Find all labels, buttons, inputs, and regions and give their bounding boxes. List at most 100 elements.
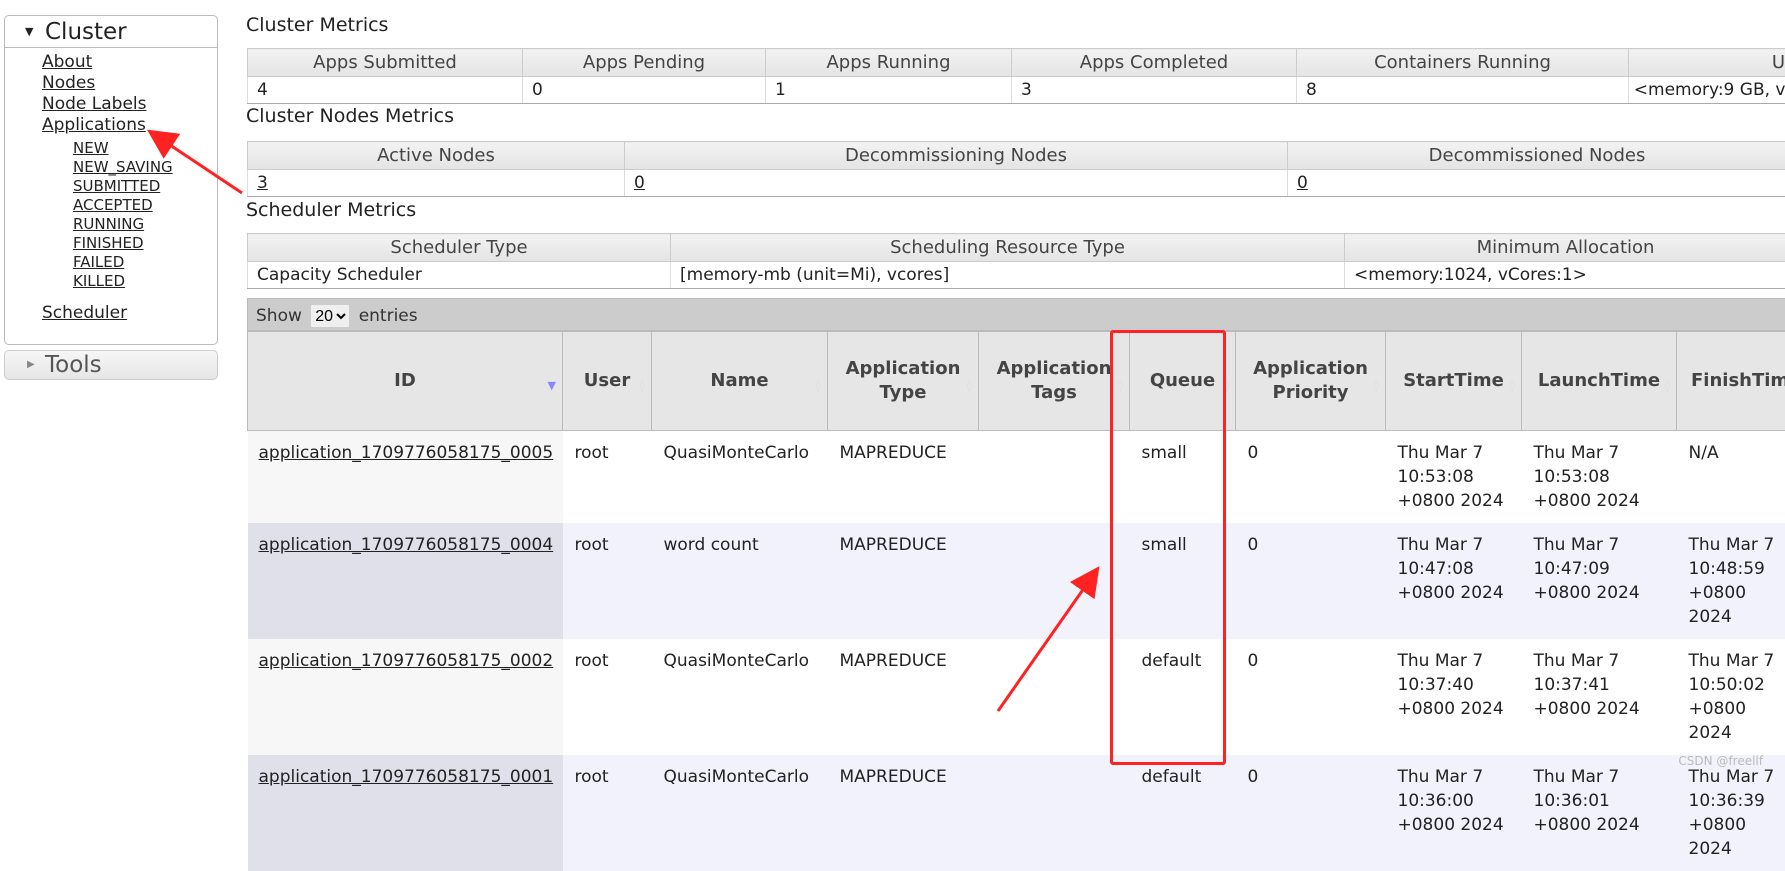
table-row: application_1709776058175_0001 rootQuasiM…: [248, 755, 1785, 871]
th: Apps Pending: [523, 49, 766, 77]
table-cell: default: [1130, 755, 1236, 871]
application-id-link[interactable]: application_1709776058175_0002: [259, 651, 554, 671]
link-state-new[interactable]: NEW: [73, 139, 109, 157]
column-header-label: Name: [710, 370, 768, 391]
sort-icon[interactable]: ◊: [1374, 374, 1379, 398]
link-applications[interactable]: Applications: [42, 115, 146, 135]
td: 1: [766, 77, 1012, 104]
application-id-link[interactable]: application_1709776058175_0004: [259, 535, 554, 555]
tools-label: Tools: [45, 352, 102, 378]
watermark: CSDN @freellf: [1678, 754, 1763, 768]
column-header[interactable]: Application Priority◊: [1236, 332, 1386, 431]
th: Active Nodes: [248, 142, 625, 170]
table-cell: Thu Mar 7 10:36:00 +0800 2024: [1386, 755, 1522, 871]
th: Decommissioned Nodes: [1288, 142, 1785, 170]
th: Minimum Allocation: [1345, 234, 1785, 262]
triangle-right-icon: ▶: [27, 351, 35, 379]
table-cell: Thu Mar 7 10:37:40 +0800 2024: [1386, 639, 1522, 755]
sidebar-cluster: ▼Cluster About Nodes Node Labels Applica…: [4, 15, 218, 345]
show-label: Show: [256, 306, 302, 326]
table-cell: 0: [1236, 639, 1386, 755]
table-cell: Thu Mar 7 10:53:08 +0800 2024: [1386, 431, 1522, 524]
table-cell: application_1709776058175_0001: [248, 755, 563, 871]
table-cell: QuasiMonteCarlo: [652, 755, 828, 871]
table-cell: [979, 755, 1130, 871]
table-cell: application_1709776058175_0004: [248, 523, 563, 639]
application-id-link[interactable]: application_1709776058175_0001: [259, 767, 554, 787]
applications-table: ID▼User◊Name◊Application Type◊Applicatio…: [247, 331, 1785, 871]
td: Capacity Scheduler: [248, 262, 671, 289]
sort-icon[interactable]: ◊: [1665, 374, 1670, 398]
column-header[interactable]: User◊: [563, 332, 652, 431]
nodes-metrics-title: Cluster Nodes Metrics: [246, 105, 454, 127]
table-cell: root: [563, 523, 652, 639]
decommissioning-nodes-link[interactable]: 0: [634, 173, 645, 193]
table-cell: application_1709776058175_0002: [248, 639, 563, 755]
table-cell: application_1709776058175_0005: [248, 431, 563, 524]
link-nodes[interactable]: Nodes: [42, 73, 95, 93]
sort-icon[interactable]: ◊: [1510, 374, 1515, 398]
column-header[interactable]: Application Tags◊: [979, 332, 1130, 431]
column-header-label: StartTime: [1403, 370, 1504, 391]
td: 3: [1012, 77, 1297, 104]
link-about[interactable]: About: [42, 52, 92, 72]
table-cell: MAPREDUCE: [828, 755, 979, 871]
sort-desc-icon[interactable]: ▼: [548, 374, 556, 398]
cluster-header[interactable]: ▼Cluster: [5, 16, 217, 48]
th: Scheduling Resource Type: [671, 234, 1345, 262]
th: Scheduler Type: [248, 234, 671, 262]
td: 4: [248, 77, 523, 104]
table-cell: MAPREDUCE: [828, 431, 979, 524]
link-state-finished[interactable]: FINISHED: [73, 234, 144, 252]
table-cell: Thu Mar 7 10:36:39 +0800 2024: [1677, 755, 1785, 871]
column-header[interactable]: StartTime ◊: [1386, 332, 1522, 431]
column-header[interactable]: Application Type◊: [828, 332, 979, 431]
th: Apps Submitted: [248, 49, 523, 77]
link-state-running[interactable]: RUNNING: [73, 215, 144, 233]
decommissioned-nodes-link[interactable]: 0: [1297, 173, 1308, 193]
th: Decommissioning Nodes: [625, 142, 1288, 170]
active-nodes-link[interactable]: 3: [257, 173, 268, 193]
entries-label: entries: [359, 306, 418, 326]
td: [memory-mb (unit=Mi), vcores]: [671, 262, 1345, 289]
th: U: [1629, 49, 1785, 77]
triangle-down-icon: ▼: [25, 16, 33, 48]
sidebar-tools[interactable]: ▶ Tools: [4, 350, 218, 380]
column-header[interactable]: Name ◊: [652, 332, 828, 431]
column-header-label: Application Type: [846, 358, 961, 403]
column-header[interactable]: LaunchTime◊: [1522, 332, 1677, 431]
sort-icon[interactable]: ◊: [640, 374, 645, 398]
column-header[interactable]: FinishTim: [1677, 332, 1785, 431]
table-cell: [979, 523, 1130, 639]
table-cell: MAPREDUCE: [828, 639, 979, 755]
th: Containers Running: [1297, 49, 1629, 77]
column-header-label: Application Priority: [1253, 358, 1368, 403]
link-state-accepted[interactable]: ACCEPTED: [73, 196, 153, 214]
link-node-labels[interactable]: Node Labels: [42, 94, 147, 114]
entries-select[interactable]: 20: [311, 305, 349, 327]
column-header[interactable]: ID▼: [248, 332, 563, 431]
link-state-failed[interactable]: FAILED: [73, 253, 124, 271]
table-cell: word count: [652, 523, 828, 639]
table-cell: 0: [1236, 755, 1386, 871]
th: Apps Completed: [1012, 49, 1297, 77]
table-cell: Thu Mar 7 10:47:08 +0800 2024: [1386, 523, 1522, 639]
table-row: application_1709776058175_0005rootQuasiM…: [248, 431, 1785, 524]
table-cell: Thu Mar 7 10:50:02 +0800 2024: [1677, 639, 1785, 755]
column-header-label: LaunchTime: [1538, 370, 1660, 391]
table-cell: root: [563, 639, 652, 755]
application-id-link[interactable]: application_1709776058175_0005: [259, 443, 554, 463]
column-header-label: Application Tags: [997, 358, 1112, 403]
th: Apps Running: [766, 49, 1012, 77]
sort-icon[interactable]: ◊: [816, 374, 821, 398]
link-scheduler[interactable]: Scheduler: [42, 303, 127, 323]
table-row: application_1709776058175_0004 rootword c…: [248, 523, 1785, 639]
sort-icon[interactable]: ◊: [967, 374, 972, 398]
table-cell: N/A: [1677, 431, 1785, 524]
link-state-killed[interactable]: KILLED: [73, 272, 125, 290]
table-cell: root: [563, 755, 652, 871]
link-state-new-saving[interactable]: NEW_SAVING: [73, 158, 173, 176]
link-state-submitted[interactable]: SUBMITTED: [73, 177, 160, 195]
table-cell: MAPREDUCE: [828, 523, 979, 639]
table-cell: [979, 431, 1130, 524]
